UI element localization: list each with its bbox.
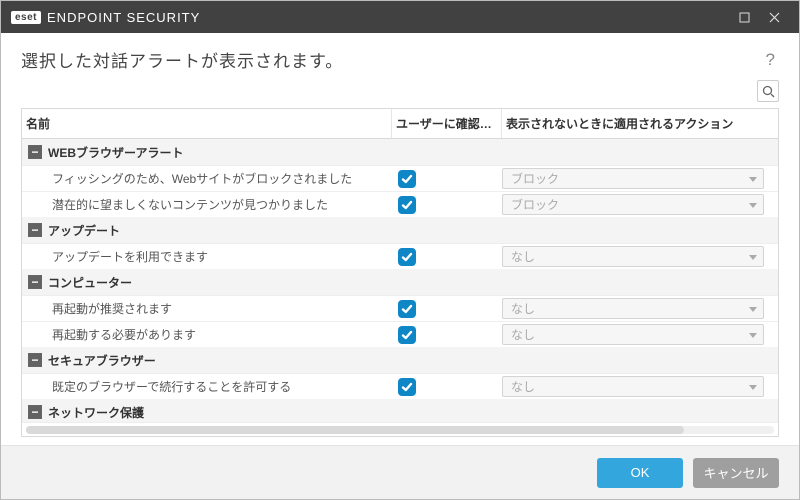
close-icon: [769, 12, 780, 23]
horizontal-scrollbar[interactable]: [22, 422, 778, 436]
ask-user-cell: [392, 170, 502, 188]
group-label: ネットワーク保護: [48, 404, 144, 421]
search-icon: [762, 85, 775, 98]
group-label: コンピューター: [48, 274, 132, 291]
action-select[interactable]: なし: [502, 246, 764, 267]
cancel-button[interactable]: キャンセル: [693, 458, 779, 488]
collapse-icon[interactable]: −: [28, 275, 42, 289]
col-header-name[interactable]: 名前: [22, 109, 392, 138]
alert-name: フィッシングのため、Webサイトがブロックされました: [22, 170, 392, 187]
page-title: 選択した対話アラートが表示されます。: [21, 47, 343, 72]
app-window: eset ENDPOINT SECURITY 選択した対話アラートが表示されます…: [0, 0, 800, 500]
action-cell: なし: [502, 324, 778, 345]
group-label: アップデート: [48, 222, 120, 239]
ask-user-checkbox[interactable]: [398, 170, 416, 188]
alert-name: 再起動が推奨されます: [22, 300, 392, 317]
subheader: 選択した対話アラートが表示されます。 ?: [1, 33, 799, 80]
help-button[interactable]: ?: [762, 48, 779, 72]
alert-name: 潜在的に望ましくないコンテンツが見つかりました: [22, 196, 392, 213]
action-cell: なし: [502, 246, 778, 267]
table-row: 再起動する必要があります なし: [22, 321, 778, 347]
group-label: WEBブラウザーアラート: [48, 144, 184, 161]
collapse-icon[interactable]: −: [28, 353, 42, 367]
action-select[interactable]: なし: [502, 376, 764, 397]
window-close-button[interactable]: [759, 1, 789, 33]
action-select[interactable]: なし: [502, 324, 764, 345]
scrollbar-thumb[interactable]: [26, 426, 684, 434]
table-row: アップデートを利用できます なし: [22, 243, 778, 269]
ask-user-checkbox[interactable]: [398, 326, 416, 344]
alerts-table: 名前 ユーザーに確認する 表示されないときに適用されるアクション −WEBブラウ…: [21, 108, 779, 437]
footer: OK キャンセル: [1, 445, 799, 499]
action-cell: なし: [502, 376, 778, 397]
group-row[interactable]: −コンピューター: [22, 269, 778, 295]
window-minimize-button[interactable]: [729, 1, 759, 33]
action-select[interactable]: ブロック: [502, 194, 764, 215]
group-row[interactable]: −アップデート: [22, 217, 778, 243]
alert-name: 既定のブラウザーで続行することを許可する: [22, 378, 392, 395]
ask-user-checkbox[interactable]: [398, 196, 416, 214]
ok-button[interactable]: OK: [597, 458, 683, 488]
table-row: 再起動が推奨されます なし: [22, 295, 778, 321]
col-header-ask[interactable]: ユーザーに確認する: [392, 109, 502, 138]
table-row: フィッシングのため、Webサイトがブロックされました ブロック: [22, 165, 778, 191]
alert-name: 再起動する必要があります: [22, 326, 392, 343]
ask-user-cell: [392, 248, 502, 266]
group-row[interactable]: −セキュアブラウザー: [22, 347, 778, 373]
brand-badge: eset: [11, 11, 41, 24]
table-body[interactable]: −WEBブラウザーアラートフィッシングのため、Webサイトがブロックされましたブ…: [22, 139, 778, 422]
group-label: セキュアブラウザー: [48, 352, 156, 369]
collapse-icon[interactable]: −: [28, 223, 42, 237]
table-row: 既定のブラウザーで続行することを許可する なし: [22, 373, 778, 399]
search-button[interactable]: [757, 80, 779, 102]
ask-user-cell: [392, 326, 502, 344]
collapse-icon[interactable]: −: [28, 145, 42, 159]
brand-text: ENDPOINT SECURITY: [47, 10, 200, 25]
ask-user-checkbox[interactable]: [398, 300, 416, 318]
ask-user-checkbox[interactable]: [398, 248, 416, 266]
table-header-row: 名前 ユーザーに確認する 表示されないときに適用されるアクション: [22, 109, 778, 139]
search-row: [1, 80, 799, 108]
group-row[interactable]: −ネットワーク保護: [22, 399, 778, 422]
action-select[interactable]: ブロック: [502, 168, 764, 189]
action-cell: ブロック: [502, 194, 778, 215]
collapse-icon[interactable]: −: [28, 405, 42, 419]
action-cell: なし: [502, 298, 778, 319]
titlebar: eset ENDPOINT SECURITY: [1, 1, 799, 33]
ask-user-checkbox[interactable]: [398, 378, 416, 396]
action-cell: ブロック: [502, 168, 778, 189]
ask-user-cell: [392, 378, 502, 396]
group-row[interactable]: −WEBブラウザーアラート: [22, 139, 778, 165]
alert-name: アップデートを利用できます: [22, 248, 392, 265]
content-area: 名前 ユーザーに確認する 表示されないときに適用されるアクション −WEBブラウ…: [1, 108, 799, 445]
ask-user-cell: [392, 196, 502, 214]
action-select[interactable]: なし: [502, 298, 764, 319]
table-row: 潜在的に望ましくないコンテンツが見つかりました ブロック: [22, 191, 778, 217]
minimize-icon: [739, 12, 750, 23]
ask-user-cell: [392, 300, 502, 318]
col-header-action[interactable]: 表示されないときに適用されるアクション: [502, 109, 778, 138]
